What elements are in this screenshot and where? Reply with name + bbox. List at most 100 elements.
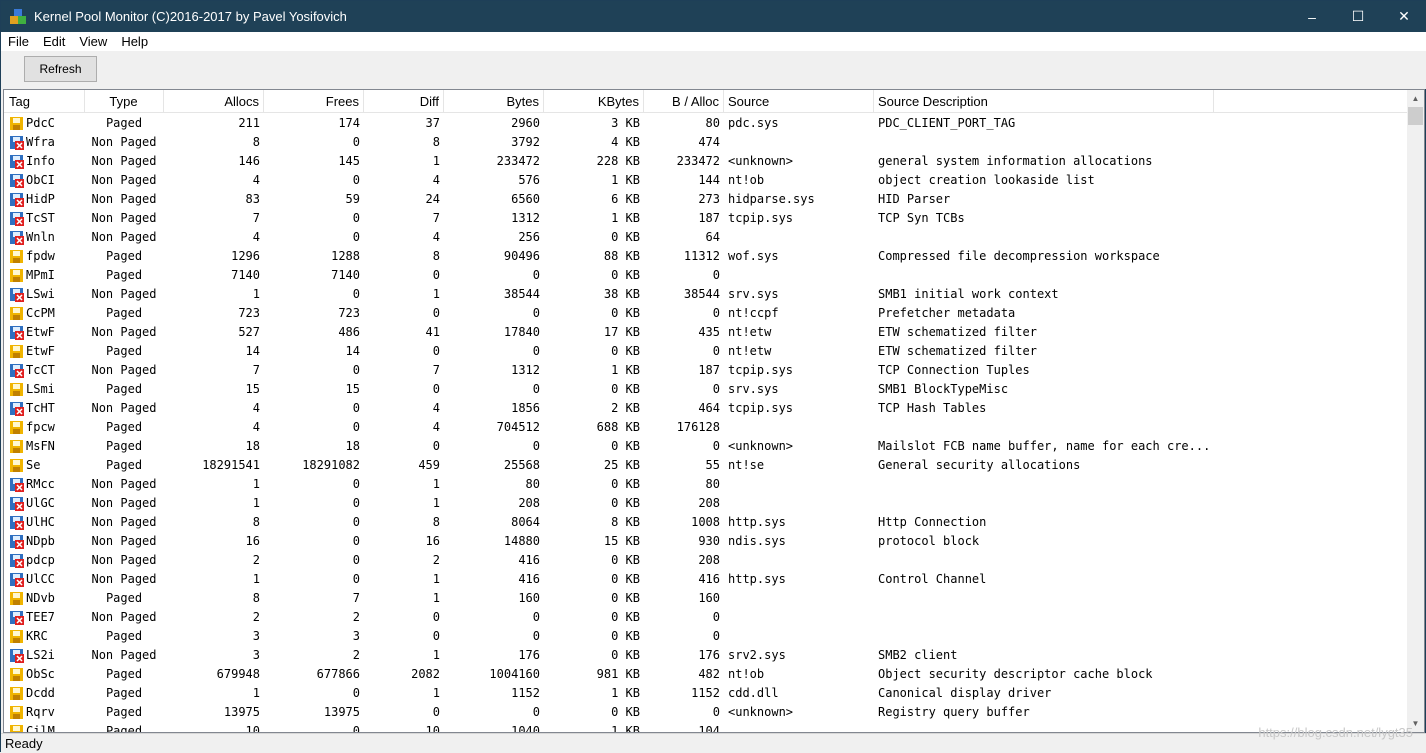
cell-frees: 0: [352, 135, 360, 149]
table-row[interactable]: EtwF Paged 14 14 0 0 0 KB 0 nt!etw ETW schematize…: [4, 342, 1408, 361]
cell-source: <unknown>: [728, 154, 794, 168]
column-header-bytes[interactable]: Bytes: [444, 90, 544, 113]
cell-type: Paged: [105, 382, 143, 396]
nonpaged-pool-icon: [9, 515, 24, 530]
table-row[interactable]: CcPM Paged 723 723 0 0 0 KB 0 nt!ccpf Prefetcher …: [4, 304, 1408, 323]
menu-help[interactable]: Help: [114, 34, 155, 49]
table-row[interactable]: TcHT Non Paged 4 0 4 1856 2 KB 464 tcpip.sys TCP …: [4, 399, 1408, 418]
cell-source-description: PDC_CLIENT_PORT_TAG: [878, 116, 1016, 130]
table-row[interactable]: Wfra Non Paged 8 0 8 3792 4 KB 474: [4, 133, 1408, 152]
table-row[interactable]: Wnln Non Paged 4 0 4 256 0 KB 64: [4, 228, 1408, 247]
table-row[interactable]: KRC Paged 3 3 0 0 0 KB 0: [4, 627, 1408, 646]
cell-tag: LSmi: [26, 382, 55, 396]
table-row[interactable]: LS2i Non Paged 3 2 1 176 0 KB 176 srv2.sys SMB2 c…: [4, 646, 1408, 665]
pool-tag-list[interactable]: Tag Type Allocs Frees Diff Bytes KBytes B / All…: [3, 89, 1425, 733]
cell-bytes: 0: [532, 439, 540, 453]
column-header-source[interactable]: Source: [724, 90, 874, 113]
table-row[interactable]: MsFN Paged 18 18 0 0 0 KB 0 <unknown> Mailslot FC…: [4, 437, 1408, 456]
table-row[interactable]: UlCC Non Paged 1 0 1 416 0 KB 416 http.sys Contro…: [4, 570, 1408, 589]
table-row[interactable]: PdcC Paged 211 174 37 2960 3 KB 80 pdc.sys PDC_CL…: [4, 114, 1408, 133]
cell-bytes-per-alloc: 435: [698, 325, 720, 339]
cell-type: Non Paged: [91, 230, 157, 244]
column-header-type[interactable]: Type: [84, 90, 164, 113]
cell-bytes-per-alloc: 1152: [691, 686, 720, 700]
table-row[interactable]: pdcp Non Paged 2 0 2 416 0 KB 208: [4, 551, 1408, 570]
column-header-diff[interactable]: Diff: [364, 90, 444, 113]
table-row[interactable]: ObSc Paged 679948 677866 2082 1004160 981 KB 48…: [4, 665, 1408, 684]
cell-type: Non Paged: [91, 648, 157, 662]
cell-kbytes: 981 KB: [596, 667, 640, 681]
column-header-source-description[interactable]: Source Description: [874, 90, 1214, 113]
cell-source-description: [874, 228, 1214, 247]
cell-bytes-per-alloc: 187: [698, 211, 720, 225]
table-row[interactable]: EtwF Non Paged 527 486 41 17840 17 KB 435 nt!etw…: [4, 323, 1408, 342]
cell-allocs: 146: [238, 154, 260, 168]
table-row[interactable]: TEE7 Non Paged 2 2 0 0 0 KB 0: [4, 608, 1408, 627]
column-header-tag[interactable]: Tag: [5, 90, 85, 113]
cell-diff: 7: [432, 363, 440, 377]
cell-diff: 2082: [411, 667, 440, 681]
cell-tag: TEE7: [26, 610, 55, 624]
cell-tag: NDpb: [26, 534, 55, 548]
table-row[interactable]: NDvb Paged 8 7 1 160 0 KB 160: [4, 589, 1408, 608]
cell-tag: KRC: [26, 629, 48, 643]
table-row[interactable]: fpcw Paged 4 0 4 704512 688 KB 176128: [4, 418, 1408, 437]
maximize-button[interactable]: ☐: [1335, 1, 1381, 32]
cell-source-description: ETW schematized filter: [878, 325, 1037, 339]
cell-source-description: TCP Connection Tuples: [878, 363, 1030, 377]
cell-bytes: 17840: [503, 325, 540, 339]
table-row[interactable]: NDpb Non Paged 16 0 16 14880 15 KB 930 ndis.sys p…: [4, 532, 1408, 551]
cell-source-description: [874, 418, 1214, 437]
nonpaged-pool-icon: [9, 173, 24, 188]
cell-type: Paged: [105, 268, 143, 282]
table-row[interactable]: CilM Paged 10 0 10 1040 1 KB 104: [4, 722, 1408, 732]
table-row[interactable]: TcCT Non Paged 7 0 7 1312 1 KB 187 tcpip.sys TCP …: [4, 361, 1408, 380]
column-header-bytes-per-alloc[interactable]: B / Alloc: [644, 90, 724, 113]
cell-source: pdc.sys: [728, 116, 779, 130]
cell-bytes: 0: [532, 610, 540, 624]
cell-source: ndis.sys: [728, 534, 786, 548]
table-row[interactable]: LSmi Paged 15 15 0 0 0 KB 0 srv.sys SMB1 BlockTyp…: [4, 380, 1408, 399]
table-row[interactable]: Dcdd Paged 1 0 1 1152 1 KB 1152 cdd.dll Canonical…: [4, 684, 1408, 703]
table-row[interactable]: Rqrv Paged 13975 13975 0 0 0 KB 0 <unknown> Regis…: [4, 703, 1408, 722]
table-row[interactable]: LSwi Non Paged 1 0 1 38544 38 KB 38544 srv.sys SM…: [4, 285, 1408, 304]
minimize-button[interactable]: –: [1289, 1, 1335, 32]
table-row[interactable]: HidP Non Paged 83 59 24 6560 6 KB 273 hidparse.s…: [4, 190, 1408, 209]
cell-allocs: 14: [245, 344, 260, 358]
cell-bytes-per-alloc: 0: [712, 306, 720, 320]
table-row[interactable]: UlGC Non Paged 1 0 1 208 0 KB 208: [4, 494, 1408, 513]
table-row[interactable]: MPmI Paged 7140 7140 0 0 0 KB 0: [4, 266, 1408, 285]
menu-file[interactable]: File: [1, 34, 36, 49]
cell-source: cdd.dll: [728, 686, 779, 700]
scroll-thumb[interactable]: [1408, 107, 1423, 125]
table-row[interactable]: UlHC Non Paged 8 0 8 8064 8 KB 1008 http.sys Http…: [4, 513, 1408, 532]
table-row[interactable]: Se Paged 18291541 18291082 459 25568 25 KB 55 nt…: [4, 456, 1408, 475]
cell-tag: RMcc: [26, 477, 55, 491]
cell-type: Paged: [105, 116, 143, 130]
cell-diff: 24: [425, 192, 440, 206]
cell-frees: 0: [352, 515, 360, 529]
menu-edit[interactable]: Edit: [36, 34, 72, 49]
column-header-frees[interactable]: Frees: [264, 90, 364, 113]
status-bar: Ready: [1, 733, 1426, 753]
close-button[interactable]: ✕: [1381, 1, 1426, 32]
cell-source: [724, 475, 874, 494]
cell-frees: 0: [352, 572, 360, 586]
scroll-up-icon[interactable]: ▲: [1407, 90, 1424, 107]
column-header-kbytes[interactable]: KBytes: [544, 90, 644, 113]
menu-view[interactable]: View: [72, 34, 114, 49]
cell-bytes-per-alloc: 482: [698, 667, 720, 681]
refresh-button[interactable]: Refresh: [24, 56, 97, 82]
cell-allocs: 4: [252, 230, 260, 244]
table-row[interactable]: ObCI Non Paged 4 0 4 576 1 KB 144 nt!ob object cr…: [4, 171, 1408, 190]
table-row[interactable]: fpdw Paged 1296 1288 8 90496 88 KB 11312 wof.sys…: [4, 247, 1408, 266]
table-row[interactable]: Info Non Paged 146 145 1 233472 228 KB 233472 <u…: [4, 152, 1408, 171]
table-row[interactable]: RMcc Non Paged 1 0 1 80 0 KB 80: [4, 475, 1408, 494]
cell-allocs: 1: [252, 477, 260, 491]
table-row[interactable]: TcST Non Paged 7 0 7 1312 1 KB 187 tcpip.sys TCP …: [4, 209, 1408, 228]
vertical-scrollbar[interactable]: ▲ ▼: [1407, 90, 1424, 732]
cell-allocs: 1: [252, 686, 260, 700]
cell-tag: fpcw: [26, 420, 55, 434]
column-header-allocs[interactable]: Allocs: [164, 90, 264, 113]
cell-type: Paged: [105, 667, 143, 681]
